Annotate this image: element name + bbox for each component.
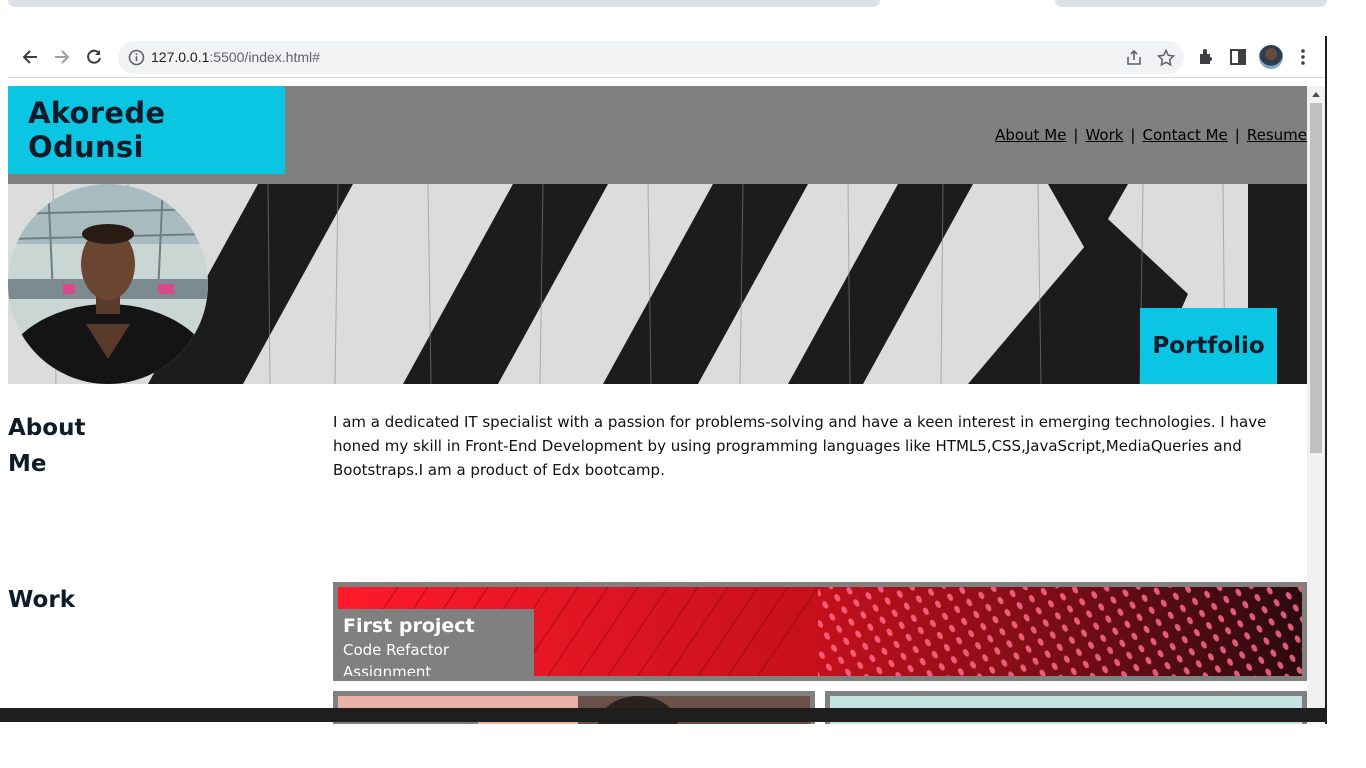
back-arrow-icon [22, 50, 37, 64]
tab-strip [0, 0, 1327, 8]
reload-button[interactable] [81, 44, 107, 70]
nav-resume[interactable]: Resume [1247, 126, 1307, 144]
browser-tab[interactable] [1055, 0, 1327, 7]
nav-about-me[interactable]: About Me [995, 126, 1066, 144]
extensions-icon[interactable] [1195, 46, 1217, 68]
about-title: About Me [8, 410, 85, 482]
nav-separator: | [1130, 126, 1136, 144]
site-info-icon[interactable] [128, 49, 145, 66]
about-text: I am a dedicated IT specialist with a pa… [333, 413, 1267, 479]
site-nav: About Me | Work | Contact Me | Resume [995, 126, 1307, 144]
project-card-first[interactable]: First project Code Refactor Assignment [333, 582, 1307, 681]
back-button[interactable] [17, 44, 43, 70]
project-caption: First project Code Refactor Assignment [338, 609, 534, 681]
nav-separator: | [1234, 126, 1240, 144]
nav-separator: | [1073, 126, 1079, 144]
portfolio-tag-text: Portfolio [1152, 333, 1265, 359]
project-title: First project [343, 615, 475, 637]
site-logo: Akorede Odunsi [8, 86, 285, 174]
menu-kebab-icon[interactable] [1292, 46, 1314, 68]
scrollbar-thumb[interactable] [1310, 103, 1322, 453]
site-logo-text: Akorede Odunsi [28, 96, 166, 164]
editor-statusbar [0, 708, 1327, 722]
nav-contact-me[interactable]: Contact Me [1142, 126, 1227, 144]
url-text[interactable]: 127.0.0.1:5500/index.html# [151, 49, 320, 65]
reload-icon [87, 49, 101, 64]
bookmark-star-icon[interactable] [1156, 48, 1176, 68]
about-title-line2: Me [8, 451, 47, 477]
scroll-up-arrow-icon[interactable] [1312, 92, 1320, 97]
nav-work[interactable]: Work [1085, 126, 1123, 144]
page-viewport: Akorede Odunsi About Me | Work | Contact… [8, 86, 1307, 724]
address-bar[interactable]: 127.0.0.1:5500/index.html# [118, 41, 1184, 74]
browser-tab[interactable] [8, 0, 880, 7]
share-icon[interactable] [1124, 48, 1144, 68]
about-title-line1: About [8, 415, 86, 441]
side-panel-icon[interactable] [1227, 46, 1249, 68]
forward-button[interactable] [49, 44, 75, 70]
project-subtitle: Code Refactor Assignment [343, 641, 450, 681]
profile-avatar[interactable] [1259, 45, 1283, 69]
profile-photo-image [8, 184, 208, 384]
portfolio-tag: Portfolio [1140, 308, 1277, 384]
page-scrollbar[interactable] [1307, 86, 1325, 724]
browser-toolbar: 127.0.0.1:5500/index.html# [8, 36, 1325, 78]
profile-photo [8, 184, 208, 384]
browser-window: 127.0.0.1:5500/index.html# Akorede Oduns… [0, 36, 1327, 724]
forward-arrow-icon [55, 50, 70, 64]
work-title: Work [8, 587, 75, 613]
site-header: Akorede Odunsi About Me | Work | Contact… [8, 86, 1307, 184]
hero-banner: Portfolio [8, 184, 1307, 384]
